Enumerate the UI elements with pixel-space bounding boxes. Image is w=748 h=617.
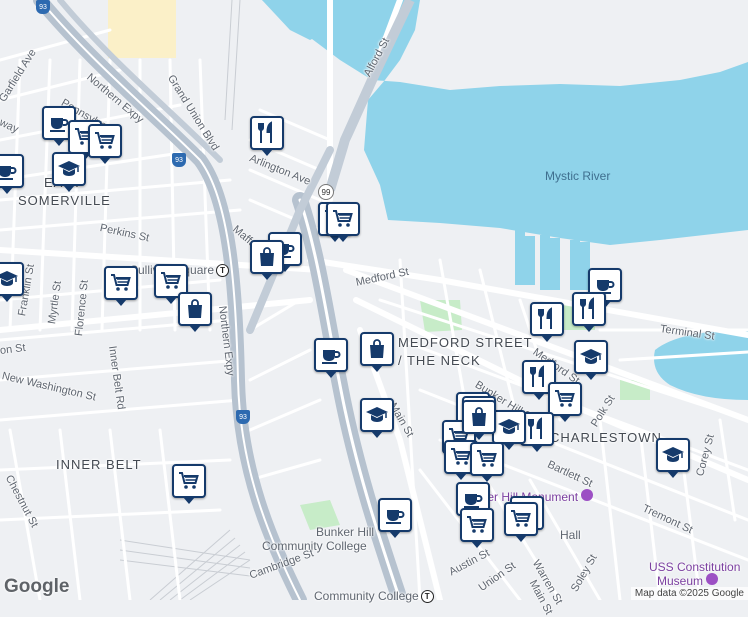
school-pin[interactable]	[52, 152, 86, 192]
school-icon	[497, 415, 521, 439]
cart-pin[interactable]	[104, 266, 138, 306]
cart-pin[interactable]	[88, 124, 122, 164]
cart-pin[interactable]	[172, 464, 206, 504]
shopping-bag-icon	[255, 245, 279, 269]
coffee-icon	[319, 343, 343, 367]
coffee-pin[interactable]	[378, 498, 412, 538]
school-pin[interactable]	[574, 340, 608, 380]
interstate-93-shield: 93	[236, 410, 250, 424]
bunker-hill-cc-label-1: Bunker Hill	[316, 525, 375, 539]
school-icon	[0, 267, 19, 291]
subway-t-icon: T	[216, 264, 230, 278]
cart-icon	[475, 447, 499, 471]
medford-street-area-label-2: / THE NECK	[398, 353, 481, 368]
shopping-bag-pin[interactable]	[462, 400, 496, 440]
coffee-icon	[0, 159, 19, 183]
cart-pin[interactable]	[548, 382, 582, 422]
shopping-bag-pin[interactable]	[178, 292, 212, 332]
bunker-hill-cc-label-2: Community College	[262, 539, 367, 553]
map-attribution[interactable]: Map data ©2025 Google	[630, 587, 748, 600]
shopping-bag-icon	[467, 405, 491, 429]
cart-icon	[553, 387, 577, 411]
school-pin[interactable]	[656, 438, 690, 478]
coffee-icon	[383, 503, 407, 527]
cart-icon	[331, 207, 355, 231]
uss-museum-label-2: Museum	[657, 573, 719, 588]
school-icon	[365, 403, 389, 427]
industrial-area	[108, 0, 176, 58]
community-college-station-label: Community College T	[314, 589, 434, 604]
school-pin[interactable]	[492, 410, 526, 450]
city-hall-fragment-label: Hall	[560, 528, 581, 542]
school-icon	[57, 157, 81, 181]
coffee-pin[interactable]	[0, 154, 24, 194]
subway-t-icon: T	[420, 590, 434, 604]
cart-icon	[177, 469, 201, 493]
restaurant-icon	[577, 297, 601, 321]
shopping-bag-pin[interactable]	[250, 240, 284, 280]
cart-icon	[109, 271, 133, 295]
museum-icon	[706, 573, 719, 585]
cart-pin[interactable]	[326, 202, 360, 242]
cart-icon	[509, 507, 533, 531]
coffee-pin[interactable]	[314, 338, 348, 378]
cart-icon	[93, 129, 117, 153]
restaurant-pin[interactable]	[572, 292, 606, 332]
google-logo: Google	[4, 576, 70, 597]
mystic-river-label: Mystic River	[545, 169, 611, 183]
school-icon	[661, 443, 685, 467]
cart-pin[interactable]	[460, 508, 494, 548]
interstate-93-shield: 93	[36, 0, 50, 14]
route-99-shield: 99	[318, 184, 334, 200]
shopping-bag-icon	[183, 297, 207, 321]
east-somerville-label-2: SOMERVILLE	[18, 193, 111, 208]
restaurant-pin[interactable]	[530, 302, 564, 342]
restaurant-icon	[535, 307, 559, 331]
restaurant-icon	[255, 121, 279, 145]
cart-pin[interactable]	[504, 502, 538, 542]
cart-icon	[465, 513, 489, 537]
restaurant-pin[interactable]	[250, 116, 284, 156]
interstate-93-shield: 93	[172, 153, 186, 167]
restaurant-icon	[525, 417, 549, 441]
cart-pin[interactable]	[470, 442, 504, 482]
cart-icon	[159, 269, 183, 293]
uss-museum-label-1: USS Constitution	[649, 560, 741, 574]
charlestown-label: CHARLESTOWN	[550, 430, 662, 445]
school-pin[interactable]	[360, 398, 394, 438]
school-pin[interactable]	[0, 262, 24, 302]
monument-icon	[581, 489, 594, 501]
school-icon	[579, 345, 603, 369]
medford-street-area-label-1: MEDFORD STREET	[398, 335, 533, 350]
inner-belt-label: INNER BELT	[56, 457, 142, 472]
shopping-bag-pin[interactable]	[360, 332, 394, 372]
shopping-bag-icon	[365, 337, 389, 361]
